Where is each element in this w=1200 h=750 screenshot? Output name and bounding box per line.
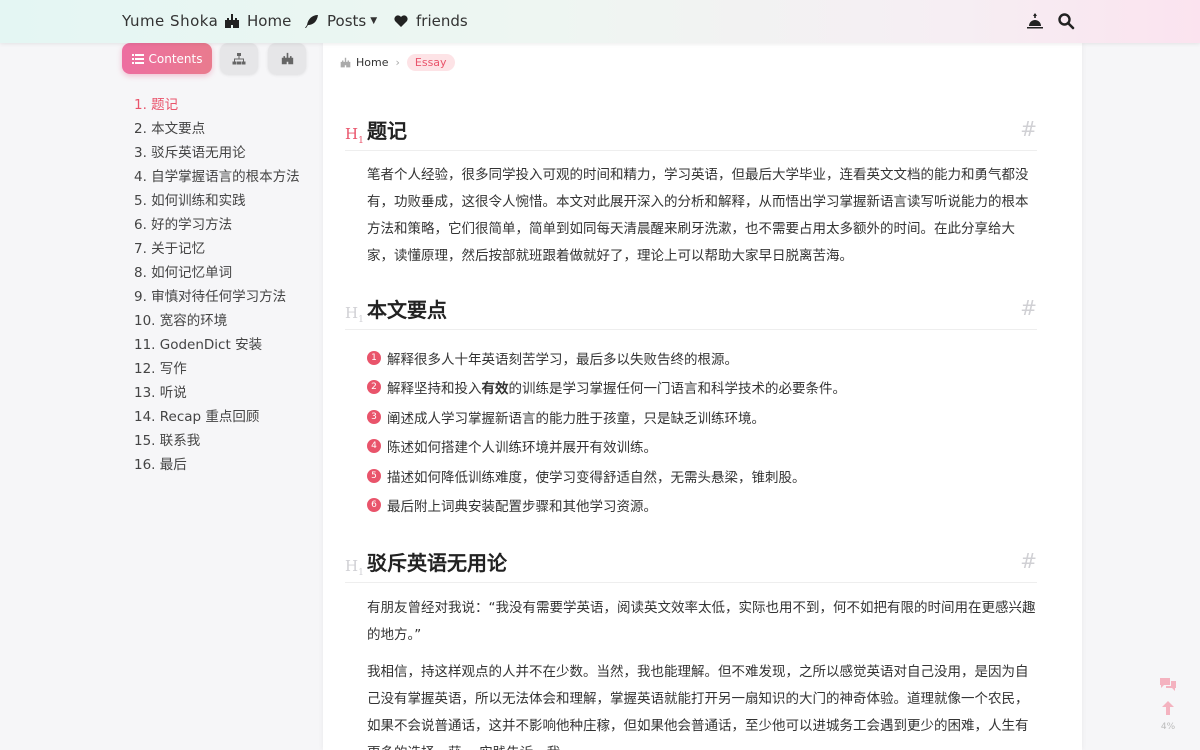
article-card: Home › Essay H1 题记 # 笔者个人经验，很多同学投入可观的时间和… bbox=[323, 43, 1082, 750]
toc-item[interactable]: 14. Recap 重点回顾 bbox=[134, 405, 300, 429]
toc-item[interactable]: 6. 好的学习方法 bbox=[134, 213, 300, 237]
paragraph: 有朋友曾经对我说：“我没有需要学英语，阅读英文效率太低，实际也用不到，何不如把有… bbox=[367, 600, 1036, 643]
heading-level-mark: H1 bbox=[345, 125, 364, 146]
nav-posts[interactable]: Posts ▼ bbox=[304, 12, 377, 30]
list-number-badge: 4 bbox=[367, 439, 381, 454]
breadcrumb-home[interactable]: Home bbox=[340, 56, 388, 69]
nav-posts-label: Posts bbox=[327, 12, 367, 30]
intro-paragraph: 笔者个人经验，很多同学投入可观的时间和精力，学习英语，但最后大学毕业，连看英文文… bbox=[367, 167, 1029, 264]
list-number-badge: 6 bbox=[367, 498, 381, 513]
tab-contents[interactable]: Contents bbox=[122, 43, 212, 74]
list-number-badge: 3 bbox=[367, 409, 381, 424]
toc-item[interactable]: 1. 题记 bbox=[134, 93, 300, 117]
list-number-badge: 5 bbox=[367, 468, 381, 483]
toc-item[interactable]: 16. 最后 bbox=[134, 453, 300, 477]
nav-friends-label: friends bbox=[416, 12, 468, 30]
heading-level-mark: H1 bbox=[345, 304, 364, 325]
castle-icon bbox=[225, 14, 239, 28]
scroll-percent: 4% bbox=[1160, 722, 1176, 732]
sitemap-icon bbox=[232, 52, 246, 64]
toc-item[interactable]: 9. 审慎对待任何学习方法 bbox=[134, 285, 300, 309]
theme-sunrise-icon[interactable] bbox=[1026, 12, 1044, 30]
section-title: 题记 bbox=[367, 119, 407, 143]
search-icon[interactable] bbox=[1057, 12, 1075, 30]
toc-item[interactable]: 12. 写作 bbox=[134, 357, 300, 381]
sidebar: Contents 1. 题记 2. 本文要点 3. 驳斥英语无用论 4. 自学掌… bbox=[122, 43, 317, 750]
toc-item[interactable]: 10. 宽容的环境 bbox=[134, 309, 300, 333]
section-title: 驳斥英语无用论 bbox=[367, 551, 507, 575]
list-number-badge: 2 bbox=[367, 380, 381, 395]
arrow-up-icon[interactable] bbox=[1156, 700, 1180, 722]
breadcrumb-home-label: Home bbox=[356, 55, 389, 69]
feather-icon bbox=[305, 15, 318, 28]
key-points-list: 1 解释很多人十年英语刻苦学习，最后多以失败告终的根源。 2 解释坚持和投入有效的训… bbox=[367, 343, 846, 520]
list-item: 3 阐述成人学习掌握新语言的能力胜于孩童，只是缺乏训练环境。 bbox=[367, 402, 846, 432]
breadcrumb: Home › Essay bbox=[340, 51, 455, 73]
breadcrumb-category[interactable]: Essay bbox=[406, 53, 455, 71]
toc-item[interactable]: 15. 联系我 bbox=[134, 429, 300, 453]
heading-level-mark: H1 bbox=[345, 557, 364, 578]
toc-item[interactable]: 2. 本文要点 bbox=[134, 117, 300, 141]
section-heading: H1 本文要点 # bbox=[345, 294, 1037, 330]
section-heading: H1 题记 # bbox=[345, 115, 1037, 151]
toc-item[interactable]: 11. GodenDict 安装 bbox=[134, 333, 300, 357]
heading-anchor-link[interactable]: # bbox=[1020, 296, 1037, 320]
toc-item[interactable]: 7. 关于记忆 bbox=[134, 237, 300, 261]
site-brand[interactable]: Yume Shoka bbox=[122, 12, 218, 30]
chevron-right-icon: › bbox=[395, 55, 400, 69]
toc-item[interactable]: 13. 听说 bbox=[134, 381, 300, 405]
heading-anchor-link[interactable]: # bbox=[1020, 117, 1037, 141]
nav-home-label: Home bbox=[247, 12, 292, 30]
list-item: 1 解释很多人十年英语刻苦学习，最后多以失败告终的根源。 bbox=[367, 343, 846, 373]
tab-related[interactable] bbox=[220, 43, 258, 74]
toc-item[interactable]: 3. 驳斥英语无用论 bbox=[134, 141, 300, 165]
nav-home[interactable]: Home bbox=[224, 12, 291, 30]
tab-overview[interactable] bbox=[268, 43, 306, 74]
castle-icon bbox=[340, 57, 351, 67]
toc-list: 1. 题记 2. 本文要点 3. 驳斥英语无用论 4. 自学掌握语言的根本方法 … bbox=[134, 93, 300, 477]
nav-friends[interactable]: friends bbox=[393, 12, 468, 30]
comments-icon[interactable] bbox=[1156, 676, 1180, 698]
section-title: 本文要点 bbox=[367, 298, 447, 322]
list-item: 6 最后附上词典安装配置步骤和其他学习资源。 bbox=[367, 491, 846, 521]
castle-icon bbox=[281, 52, 293, 65]
heading-anchor-link[interactable]: # bbox=[1020, 549, 1037, 573]
toc-item[interactable]: 5. 如何训练和实践 bbox=[134, 189, 300, 213]
tab-contents-label: Contents bbox=[148, 51, 203, 66]
heart-icon bbox=[394, 15, 408, 27]
list-item: 4 陈述如何搭建个人训练环境并展开有效训练。 bbox=[367, 432, 846, 462]
paragraph: 我相信，持这样观点的人并不在少数。当然，我也能理解。但不难发现，之所以感觉英语对… bbox=[367, 664, 1029, 750]
list-number-badge: 1 bbox=[367, 350, 381, 365]
list-item: 2 解释坚持和投入有效的训练是学习掌握任何一门语言和科学技术的必要条件。 bbox=[367, 373, 846, 403]
toc-item[interactable]: 4. 自学掌握语言的根本方法 bbox=[134, 165, 300, 189]
toc-item[interactable]: 8. 如何记忆单词 bbox=[134, 261, 300, 285]
list-icon bbox=[131, 53, 144, 64]
list-item: 5 描述如何降低训练难度，使学习变得舒适自然，无需头悬梁，锥刺股。 bbox=[367, 461, 846, 491]
section-heading: H1 驳斥英语无用论 # bbox=[345, 547, 1037, 583]
top-navbar: Yume Shoka Home Posts ▼ friends bbox=[0, 0, 1200, 43]
caret-down-icon: ▼ bbox=[370, 16, 378, 26]
floating-tools: 4% bbox=[1156, 676, 1180, 732]
